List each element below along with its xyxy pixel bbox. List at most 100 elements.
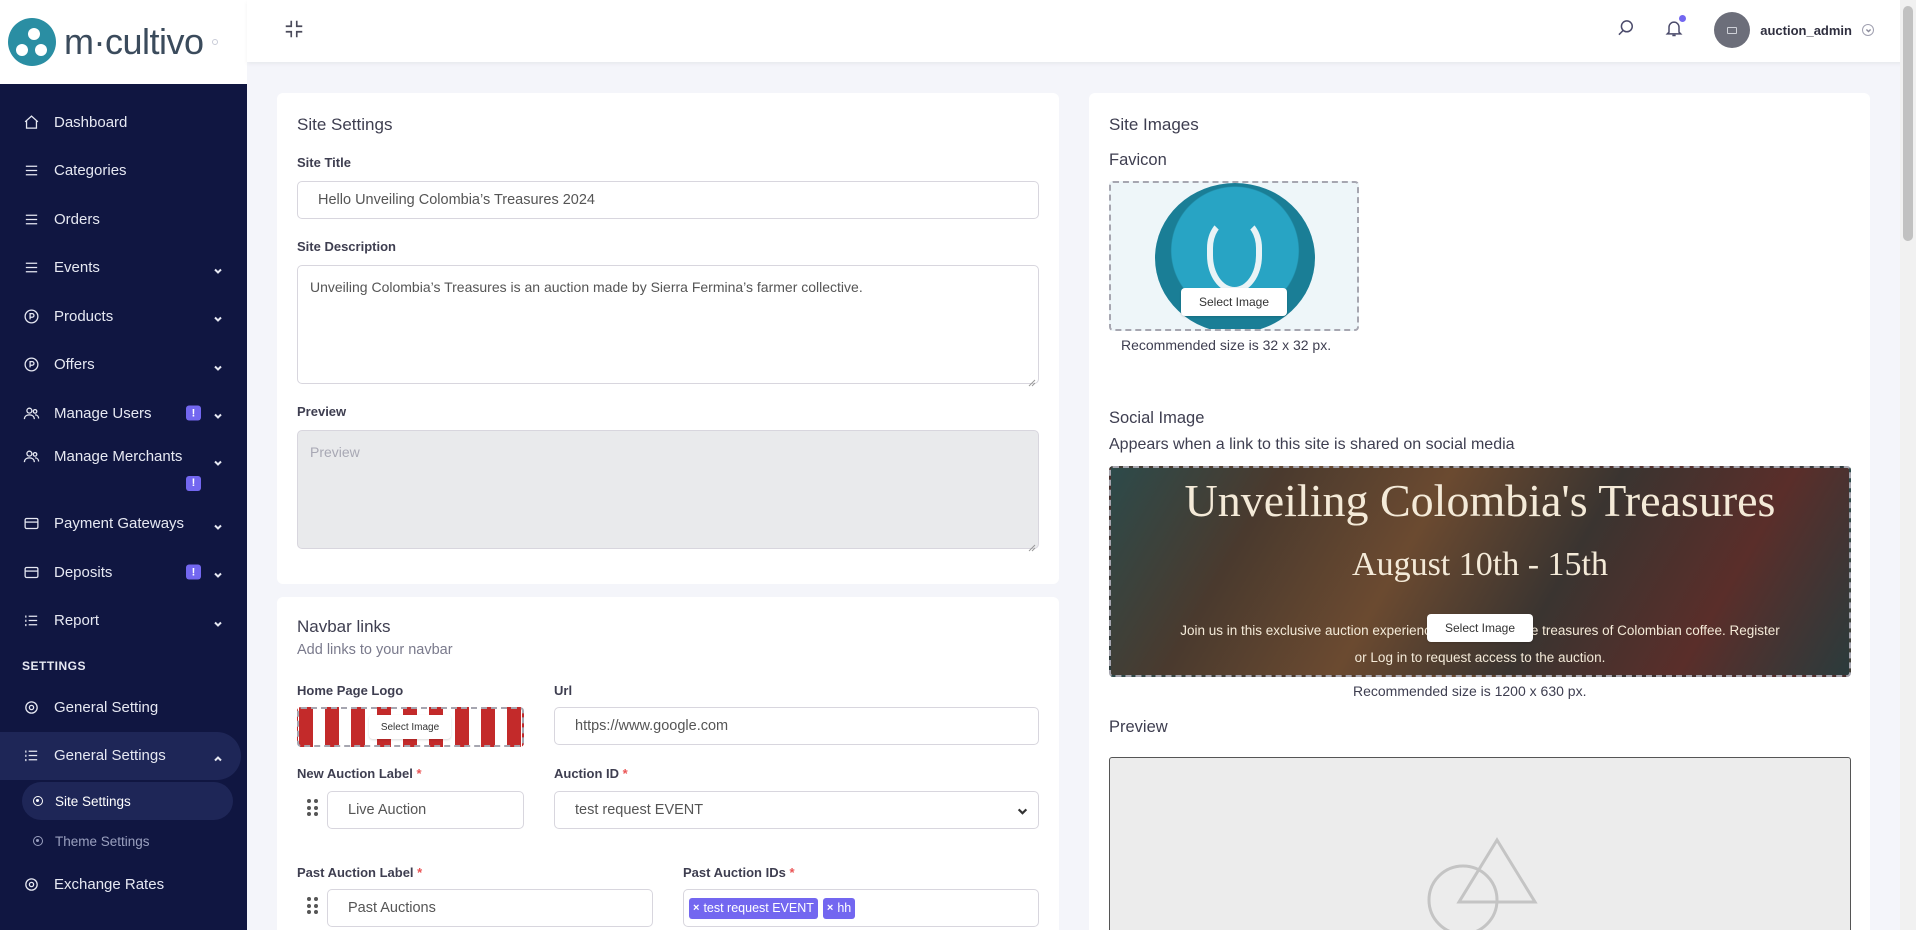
tag-chip[interactable]: × hh xyxy=(822,897,856,919)
chevron-down-icon xyxy=(213,519,223,530)
sidebar-subitem-site-settings[interactable]: Site Settings xyxy=(22,782,233,820)
url-input[interactable]: https://www.google.com xyxy=(554,707,1039,745)
favicon-size-note: Recommended size is 32 x 32 px. xyxy=(1121,337,1332,353)
chevron-up-icon xyxy=(213,751,223,761)
sidebar-item-categories[interactable]: Categories xyxy=(0,147,247,196)
list-icon xyxy=(22,259,40,277)
drag-handle-icon[interactable] xyxy=(307,799,319,817)
card-icon xyxy=(22,515,40,533)
social-image[interactable]: Unveiling Colombia's Treasures August 10… xyxy=(1109,466,1851,677)
sidebar-item-orders[interactable]: Orders xyxy=(0,195,247,244)
card-title: Site Settings xyxy=(297,115,393,134)
preview-panel xyxy=(1109,757,1851,930)
site-title-input[interactable]: Hello Unveiling Colombia’s Treasures 202… xyxy=(297,181,1039,219)
alert-badge: ! xyxy=(186,405,201,421)
gear-icon xyxy=(22,875,40,893)
site-description-textarea[interactable]: Unveiling Colombia’s Treasures is an auc… xyxy=(297,265,1039,387)
brand-name: m·cultivo xyxy=(64,21,204,62)
sidebar-item-label: Payment Gateways xyxy=(54,515,185,533)
search-icon[interactable] xyxy=(1616,18,1636,43)
sidebar-item-report[interactable]: Report xyxy=(0,597,247,646)
favicon-image[interactable]: Select Image xyxy=(1109,181,1359,331)
sidebar-item-label: Manage Merchants xyxy=(54,447,183,465)
sidebar-item-label: Exchange Rates xyxy=(54,875,165,893)
chevron-down-icon xyxy=(213,263,223,274)
list-icon xyxy=(22,162,40,180)
select-image-button[interactable]: Select Image xyxy=(1427,614,1533,642)
navbar-links-card: Navbar links Add links to your navbar Ho… xyxy=(277,597,1059,930)
topbar: auction_admin xyxy=(247,0,1916,62)
p-circle-icon xyxy=(22,356,40,374)
avatar[interactable] xyxy=(1714,12,1751,48)
tag-chip[interactable]: × test request EVENT xyxy=(689,897,818,919)
sidebar-item-payment-gateways[interactable]: Payment Gateways xyxy=(0,500,247,549)
gear-icon xyxy=(22,698,40,716)
topbar-actions: auction_admin xyxy=(1616,10,1874,50)
home-logo-label: Home Page Logo xyxy=(297,683,404,698)
username[interactable]: auction_admin xyxy=(1760,23,1852,38)
auction-id-value: test request EVENT xyxy=(575,802,704,818)
social-size-note: Recommended size is 1200 x 630 px. xyxy=(1353,683,1587,699)
resize-handle-icon[interactable] xyxy=(1028,373,1036,387)
sidebar-pin-icon[interactable] xyxy=(211,39,218,45)
users-icon xyxy=(22,404,40,422)
brand-logo[interactable]: m·cultivo xyxy=(0,0,247,84)
card-title: Site Images xyxy=(1109,115,1199,134)
chevron-down-icon xyxy=(213,360,223,371)
chevron-down-icon xyxy=(213,455,223,466)
sidebar-item-dashboard[interactable]: Dashboard xyxy=(0,98,247,147)
sidebar-item-general-settings[interactable]: General Settings xyxy=(0,731,241,780)
card-title: Navbar links xyxy=(297,617,391,636)
settings-heading: SETTINGS xyxy=(22,659,87,673)
sidebar-item-exchange-rates[interactable]: Exchange Rates xyxy=(0,860,247,909)
home-icon xyxy=(22,113,40,131)
chevron-down-icon xyxy=(1017,805,1028,816)
sidebar-subitem-label: Theme Settings xyxy=(55,833,150,849)
sidebar-item-label: General Settings xyxy=(54,747,166,765)
collapse-icon[interactable] xyxy=(283,18,305,40)
sidebar: m·cultivo Dashboard Categories Orders Ev… xyxy=(0,0,247,930)
circle-icon xyxy=(33,796,43,806)
past-auction-label: Past Auction Label * xyxy=(297,865,423,880)
site-description-text: Unveiling Colombia’s Treasures is an auc… xyxy=(310,279,863,295)
sidebar-item-events[interactable]: Events xyxy=(0,244,247,293)
sidebar-item-manage-users[interactable]: Manage Users ! xyxy=(0,389,247,438)
list-icon xyxy=(22,210,40,228)
remove-tag-icon[interactable]: × xyxy=(827,902,833,914)
bell-icon[interactable] xyxy=(1664,13,1688,43)
select-image-button[interactable]: Select Image xyxy=(1181,288,1287,316)
url-label: Url xyxy=(554,683,573,698)
sidebar-item-label: Events xyxy=(54,259,100,277)
home-logo-image[interactable]: Select Image xyxy=(297,707,524,747)
sidebar-subitem-theme-settings[interactable]: Theme Settings xyxy=(0,822,247,860)
remove-tag-icon[interactable]: × xyxy=(693,902,699,914)
auction-id-select[interactable]: test request EVENT xyxy=(554,791,1039,829)
new-auction-input[interactable]: Live Auction xyxy=(327,791,524,829)
page-scrollbar[interactable] xyxy=(1900,0,1916,930)
past-auction-input[interactable]: Past Auctions xyxy=(327,889,653,927)
preview-label: Preview xyxy=(1109,718,1168,736)
site-settings-card: Site Settings Site Title Hello Unveiling… xyxy=(277,93,1059,584)
sidebar-item-label: Report xyxy=(54,612,100,630)
social-image-line: or Log in to request access to the aucti… xyxy=(1354,650,1606,665)
chevron-down-icon xyxy=(213,616,223,627)
select-image-button[interactable]: Select Image xyxy=(369,715,451,739)
sidebar-item-general-setting[interactable]: General Setting xyxy=(0,683,247,732)
sidebar-item-products[interactable]: Products xyxy=(0,292,247,341)
site-images-card: Site Images Favicon Select Image Recomme… xyxy=(1089,93,1870,930)
new-auction-label: New Auction Label * xyxy=(297,766,422,781)
auction-id-label: Auction ID * xyxy=(554,766,628,781)
drag-handle-icon[interactable] xyxy=(307,897,319,915)
sidebar-item-label: Orders xyxy=(54,210,100,228)
notification-dot xyxy=(1678,13,1688,23)
social-image-title: Unveiling Colombia's Treasures xyxy=(1184,475,1776,526)
alert-badge: ! xyxy=(186,564,201,580)
sidebar-item-manage-merchants[interactable]: Manage Merchants ! xyxy=(0,438,247,500)
sidebar-item-offers[interactable]: Offers xyxy=(0,341,247,390)
sidebar-item-deposits[interactable]: Deposits ! xyxy=(0,548,247,597)
chevron-down-icon xyxy=(213,567,223,579)
chevron-down-icon[interactable] xyxy=(1862,24,1874,36)
scrollbar-thumb[interactable] xyxy=(1903,6,1913,241)
site-description-label: Site Description xyxy=(297,239,396,254)
past-auction-ids-multiselect[interactable]: × test request EVENT × hh xyxy=(683,889,1039,927)
